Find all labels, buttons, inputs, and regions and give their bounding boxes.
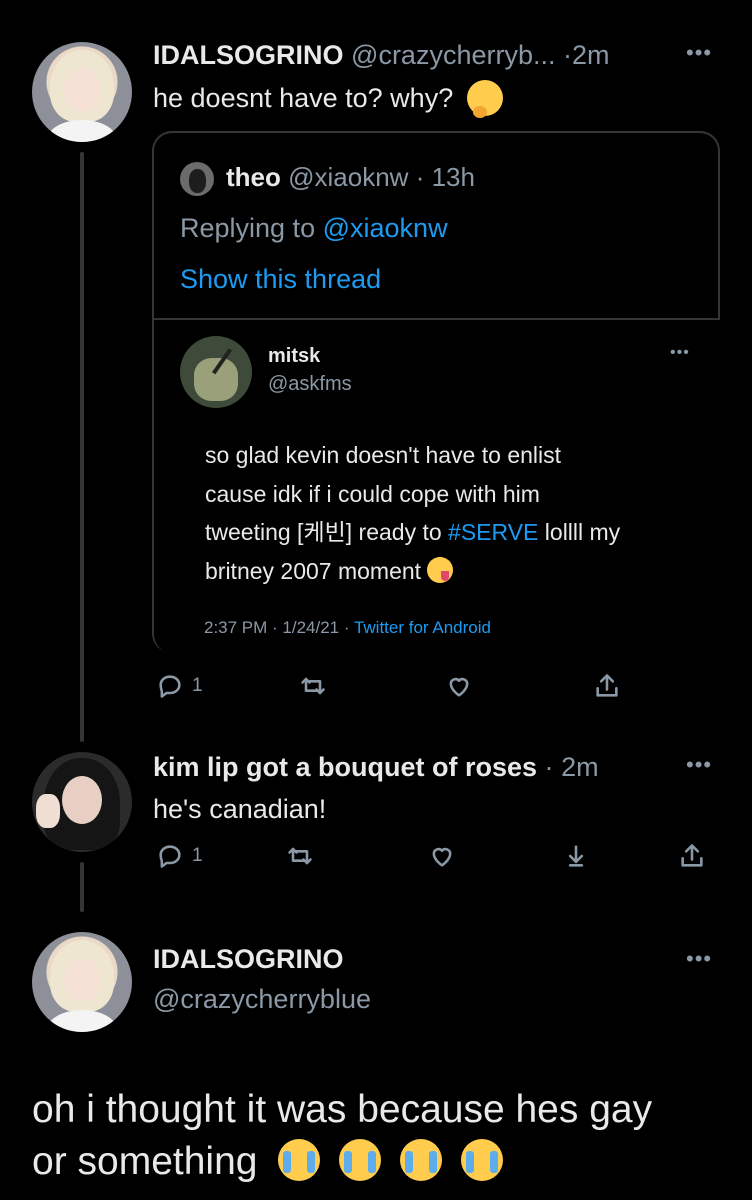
quoted-handle: @xiaoknw bbox=[288, 162, 409, 192]
separator: · bbox=[544, 752, 554, 782]
retweet-button[interactable] bbox=[286, 842, 314, 870]
loudly-crying-face-icon bbox=[278, 1138, 321, 1181]
reply-count: 1 bbox=[192, 675, 203, 696]
reply-button[interactable]: 1 bbox=[156, 672, 203, 700]
avatar-face bbox=[62, 776, 102, 824]
tweet1-header: IDALSOGRINO @crazycherryb... ·2m bbox=[153, 40, 610, 71]
tweet-text: oh i thought it was because hes gay or s… bbox=[32, 1084, 652, 1188]
retweet-button[interactable] bbox=[299, 672, 327, 700]
timestamp[interactable]: 2m bbox=[561, 752, 599, 782]
loudly-crying-face-icon bbox=[399, 1138, 442, 1181]
retweet-icon bbox=[288, 847, 312, 865]
avatar[interactable] bbox=[32, 932, 132, 1032]
hashtag: #SERVE bbox=[448, 519, 539, 545]
reply-button[interactable]: 1 bbox=[156, 842, 203, 870]
separator: · bbox=[415, 162, 425, 192]
more-icon[interactable]: ••• bbox=[686, 946, 712, 972]
embedded-line: so glad kevin doesn't have to enlist bbox=[205, 442, 562, 468]
embedded-line: tweeting [케빈] ready to bbox=[205, 519, 449, 545]
avatar-face bbox=[64, 958, 100, 1002]
share-icon bbox=[681, 844, 703, 867]
embedded-timestamp: 2:37 PM · 1/24/21 · bbox=[204, 618, 350, 637]
embedded-more-icon: ••• bbox=[670, 344, 690, 361]
replying-prefix: Replying to bbox=[180, 213, 316, 243]
tweet-text-line: or something bbox=[32, 1140, 258, 1183]
embedded-source: Twitter for Android bbox=[353, 618, 491, 637]
show-thread-link[interactable]: Show this thread bbox=[180, 264, 381, 295]
reply-count: 1 bbox=[192, 845, 203, 866]
like-button[interactable] bbox=[445, 672, 473, 700]
embedded-name: mitsk bbox=[268, 345, 321, 367]
embedded-avatar bbox=[180, 336, 252, 408]
replying-handle-link[interactable]: @xiaoknw bbox=[323, 213, 448, 243]
avatar-shirt bbox=[47, 1010, 117, 1032]
avatar[interactable] bbox=[32, 42, 132, 142]
share-button[interactable] bbox=[593, 672, 621, 700]
quoted-name: theo bbox=[226, 162, 281, 192]
tweet-text: he's canadian! bbox=[153, 794, 327, 824]
more-icon[interactable]: ••• bbox=[686, 752, 712, 778]
embedded-line: cause idk if i could cope with him bbox=[205, 480, 540, 507]
embedded-line-4: britney 2007 moment bbox=[205, 552, 620, 591]
tweet2-header: kim lip got a bouquet of roses · 2m bbox=[153, 752, 599, 783]
heart-icon bbox=[432, 847, 452, 867]
tweet-text: he doesnt have to? why? bbox=[153, 80, 503, 118]
embedded-line: lollll my bbox=[538, 519, 621, 545]
reply-icon bbox=[159, 845, 181, 868]
quoted-time: 13h bbox=[431, 162, 475, 192]
embedded-line-3: tweeting [케빈] ready to #SERVE lollll my bbox=[205, 513, 620, 552]
share-icon bbox=[596, 674, 618, 697]
avatar-hand bbox=[36, 794, 60, 828]
display-name[interactable]: IDALSOGRINO bbox=[153, 944, 344, 975]
embedded-line: britney 2007 moment bbox=[205, 557, 422, 584]
reply-icon bbox=[159, 675, 181, 698]
tweet-text-line: oh i thought it was because hes gay bbox=[32, 1088, 653, 1131]
separator: · bbox=[563, 40, 572, 70]
avatar[interactable] bbox=[32, 752, 132, 852]
tweet-text-line-2: or something bbox=[32, 1136, 652, 1188]
download-icon bbox=[568, 845, 584, 867]
loudly-crying-face-icon bbox=[339, 1138, 382, 1181]
handle[interactable]: @crazycherryblue bbox=[153, 984, 371, 1015]
download-button[interactable] bbox=[562, 842, 590, 870]
heart-icon bbox=[449, 677, 469, 697]
avatar-figure bbox=[188, 168, 206, 193]
thread-line bbox=[80, 152, 84, 742]
embedded-text: so glad kevin doesn't have to enlist cau… bbox=[205, 436, 620, 590]
avatar-shirt bbox=[47, 120, 117, 142]
loudly-crying-face-icon bbox=[460, 1138, 503, 1181]
timestamp[interactable]: 2m bbox=[572, 40, 610, 70]
replying-to: Replying to @xiaoknw bbox=[180, 213, 448, 244]
display-name[interactable]: kim lip got a bouquet of roses bbox=[153, 752, 537, 782]
avatar-face bbox=[64, 68, 100, 112]
like-button[interactable] bbox=[428, 842, 456, 870]
retweet-icon bbox=[301, 677, 325, 695]
embedded-meta: 2:37 PM · 1/24/21 · Twitter for Android bbox=[204, 618, 491, 638]
handle[interactable]: @crazycherryb... bbox=[351, 40, 555, 70]
thinking-face-icon bbox=[466, 80, 503, 118]
share-button[interactable] bbox=[678, 842, 706, 870]
display-name[interactable]: IDALSOGRINO bbox=[153, 40, 344, 70]
zany-face-icon bbox=[427, 557, 454, 584]
embedded-handle: @askfms bbox=[268, 373, 352, 395]
quoted-avatar bbox=[180, 162, 214, 196]
tweet-text-body: he doesnt have to? why? bbox=[153, 83, 454, 114]
thread-line bbox=[80, 862, 84, 912]
more-icon[interactable]: ••• bbox=[686, 40, 712, 66]
quoted-header: theo @xiaoknw · 13h bbox=[226, 162, 475, 193]
